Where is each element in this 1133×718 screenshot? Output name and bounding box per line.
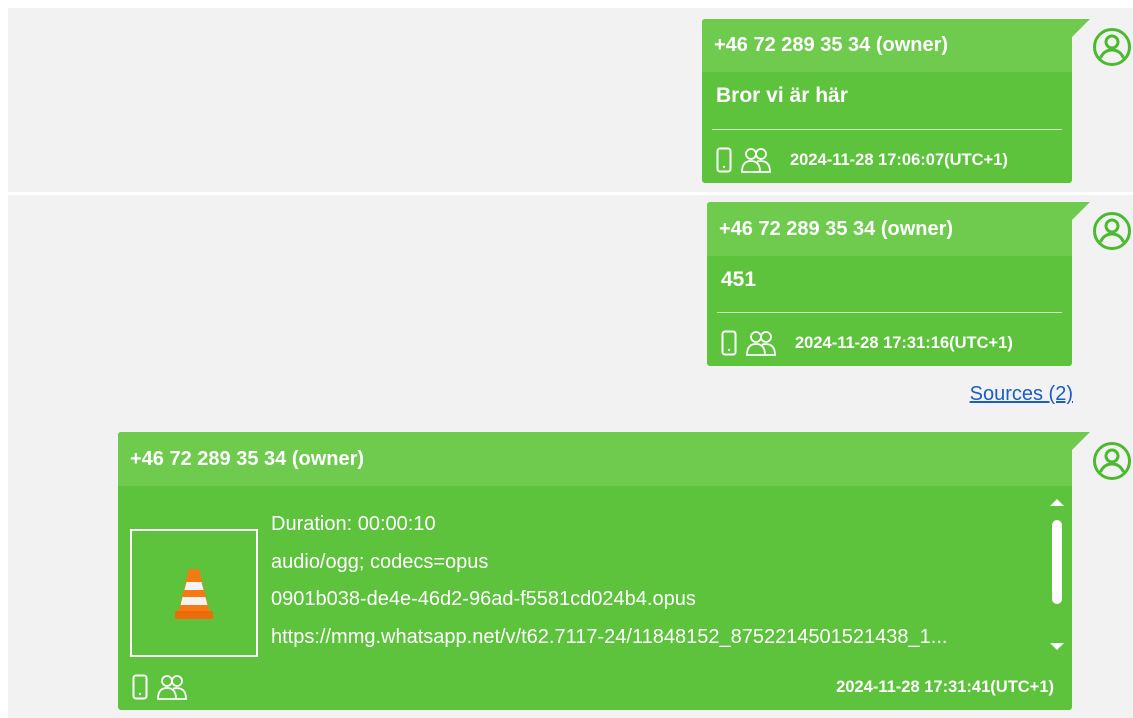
- user-avatar-icon: [1092, 441, 1132, 481]
- message-timestamp: 2024-11-28 17:06:07(UTC+1): [790, 150, 1008, 169]
- message-footer: 2024-11-28 17:31:16(UTC+1): [721, 328, 1054, 358]
- message-footer: 2024-11-28 17:06:07(UTC+1): [716, 145, 1054, 175]
- media-mime-type: audio/ogg; codecs=opus: [271, 550, 489, 573]
- user-avatar-icon: [1092, 27, 1132, 67]
- bubble-tail: [1072, 432, 1090, 450]
- media-details: Duration: 00:00:10 audio/ogg; codecs=opu…: [271, 506, 1041, 656]
- message-timestamp: 2024-11-28 17:31:16(UTC+1): [795, 333, 1013, 352]
- user-avatar-icon: [1092, 211, 1132, 251]
- group-icon: [156, 673, 188, 701]
- phone-icon: [716, 147, 732, 173]
- phone-icon: [132, 674, 148, 700]
- message-timestamp: 2024-11-28 17:31:41(UTC+1): [836, 677, 1054, 696]
- media-url[interactable]: https://mmg.whatsapp.net/v/t62.7117-24/1…: [271, 619, 1041, 657]
- sources-link[interactable]: Sources (2): [970, 383, 1073, 406]
- group-icon: [745, 329, 777, 357]
- message-sender: +46 72 289 35 34 (owner): [118, 432, 1072, 486]
- message-text: 451: [721, 268, 757, 291]
- media-duration: Duration: 00:00:10: [271, 513, 436, 535]
- media-thumbnail[interactable]: [130, 529, 258, 657]
- message-sender: +46 72 289 35 34 (owner): [702, 19, 1072, 72]
- message-text: Bror vi är här: [716, 84, 848, 107]
- message-footer: 2024-11-28 17:31:41(UTC+1): [132, 672, 1054, 702]
- message-divider: [717, 312, 1062, 313]
- scroll-up-arrow[interactable]: [1050, 499, 1064, 506]
- message-bubble-2[interactable]: +46 72 289 35 34 (owner) 451 2024-11-28 …: [707, 202, 1090, 366]
- phone-icon: [721, 330, 737, 356]
- message-bubble-1[interactable]: +46 72 289 35 34 (owner) Bror vi är här …: [702, 19, 1090, 183]
- scroll-down-arrow[interactable]: [1050, 643, 1064, 650]
- scrollbar-thumb[interactable]: [1052, 520, 1062, 604]
- message-bubble-3[interactable]: +46 72 289 35 34 (owner) Duration: 00:00…: [118, 432, 1090, 710]
- group-icon: [740, 146, 772, 174]
- media-filename: 0901b038-de4e-46d2-96ad-f5581cd024b4.opu…: [271, 588, 696, 610]
- message-sender: +46 72 289 35 34 (owner): [707, 202, 1072, 256]
- bubble-tail: [1072, 202, 1090, 220]
- bubble-tail: [1072, 19, 1090, 37]
- message-divider: [712, 129, 1062, 130]
- vlc-cone-icon: [173, 565, 215, 621]
